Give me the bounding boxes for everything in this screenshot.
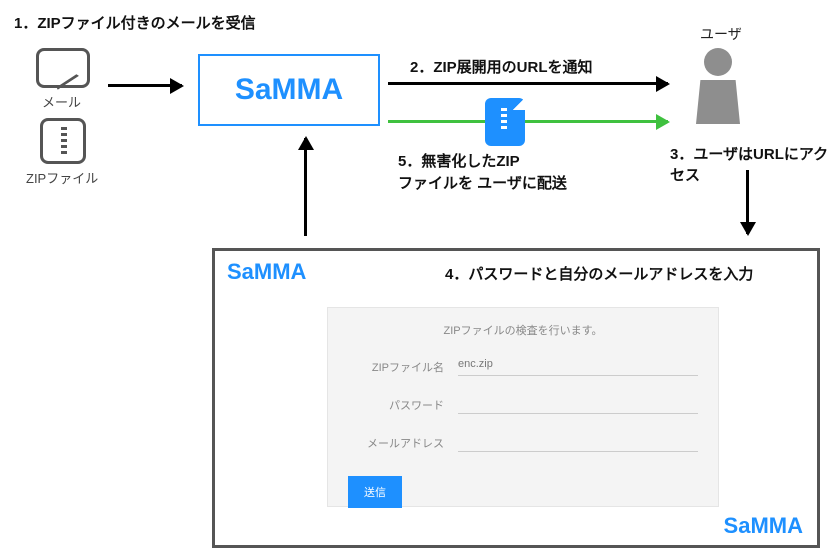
step-5-label-line1: 5．無害化したZIP	[398, 150, 520, 171]
viewer-brand: SaMMA	[227, 259, 306, 285]
arrow-mail-to-samma	[108, 84, 182, 87]
submit-button[interactable]: 送信	[348, 476, 402, 508]
form-row-password: パスワード	[348, 394, 698, 416]
user-head-icon	[704, 48, 732, 76]
arrow-deliver-zip	[388, 120, 668, 123]
samma-system-box: SaMMA	[198, 54, 380, 126]
form-row-mail: メールアドレス	[348, 432, 698, 454]
zip-inspect-form: ZIPファイルの検査を行います。 ZIPファイル名 enc.zip パスワード …	[327, 307, 719, 507]
mail-caption: メール	[42, 92, 81, 111]
mail-icon	[36, 48, 90, 88]
zip-caption: ZIPファイル	[26, 168, 98, 187]
form-row-zipname: ZIPファイル名 enc.zip	[348, 356, 698, 378]
mailaddr-label: メールアドレス	[348, 435, 458, 451]
step-4-label: 4．パスワードと自分のメールアドレスを入力	[445, 263, 753, 284]
password-input[interactable]	[458, 396, 698, 414]
step-1-label: 1．ZIPファイル付きのメールを受信	[14, 12, 256, 33]
zipname-label: ZIPファイル名	[348, 359, 458, 375]
viewer-footer-brand: SaMMA	[724, 513, 803, 539]
arrow-url-notify	[388, 82, 668, 85]
arrow-viewer-to-samma	[304, 138, 307, 236]
step-3-label: 3．ユーザはURLにアクセス	[670, 143, 840, 185]
mailaddr-input[interactable]	[458, 434, 698, 452]
zip-viewer-panel: SaMMA 4．パスワードと自分のメールアドレスを入力 ZIPファイルの検査を行…	[212, 248, 820, 548]
password-label: パスワード	[348, 397, 458, 413]
arrow-user-access	[746, 170, 749, 234]
form-heading: ZIPファイルの検査を行います。	[348, 322, 698, 338]
user-body-icon	[696, 80, 740, 124]
step-2-label: 2．ZIP展開用のURLを通知	[410, 56, 593, 77]
zip-attachment-icon	[40, 118, 86, 164]
sanitized-zip-icon	[485, 98, 525, 146]
user-caption: ユーザ	[700, 24, 742, 44]
zipname-value: enc.zip	[458, 358, 698, 376]
step-5-label-line2: ファイルを ユーザに配送	[398, 172, 567, 193]
